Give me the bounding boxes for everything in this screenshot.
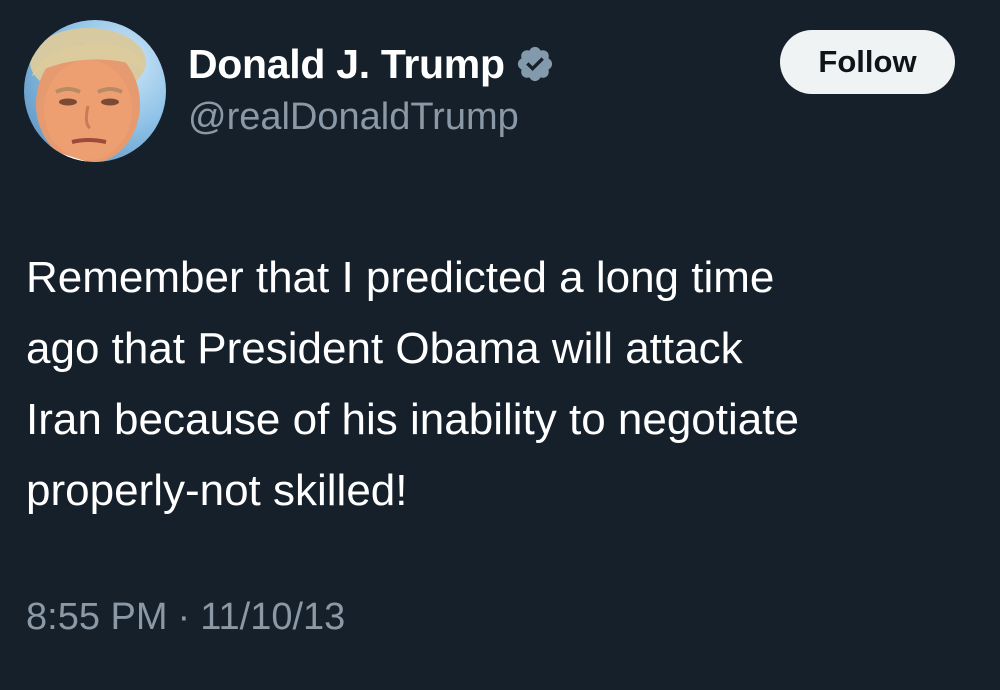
author-handle[interactable]: @realDonaldTrump [188,96,519,139]
avatar-portrait-icon [24,28,146,162]
timestamp-separator: · [177,596,191,638]
tweet-date[interactable]: 11/10/13 [200,596,345,638]
author-name-row: Donald J. Trump [188,36,555,92]
author-avatar[interactable] [24,20,166,162]
tweet-card: Donald J. Trump @realDonaldTrump Follow … [0,0,1000,690]
verified-badge-icon[interactable] [515,44,555,84]
tweet-time[interactable]: 8:55 PM [26,596,168,638]
author-display-name[interactable]: Donald J. Trump [188,41,505,88]
follow-button[interactable]: Follow [780,30,955,94]
tweet-timestamp: 8:55 PM · 11/10/13 [26,596,345,639]
tweet-text: Remember that I predicted a long time ag… [26,253,799,515]
